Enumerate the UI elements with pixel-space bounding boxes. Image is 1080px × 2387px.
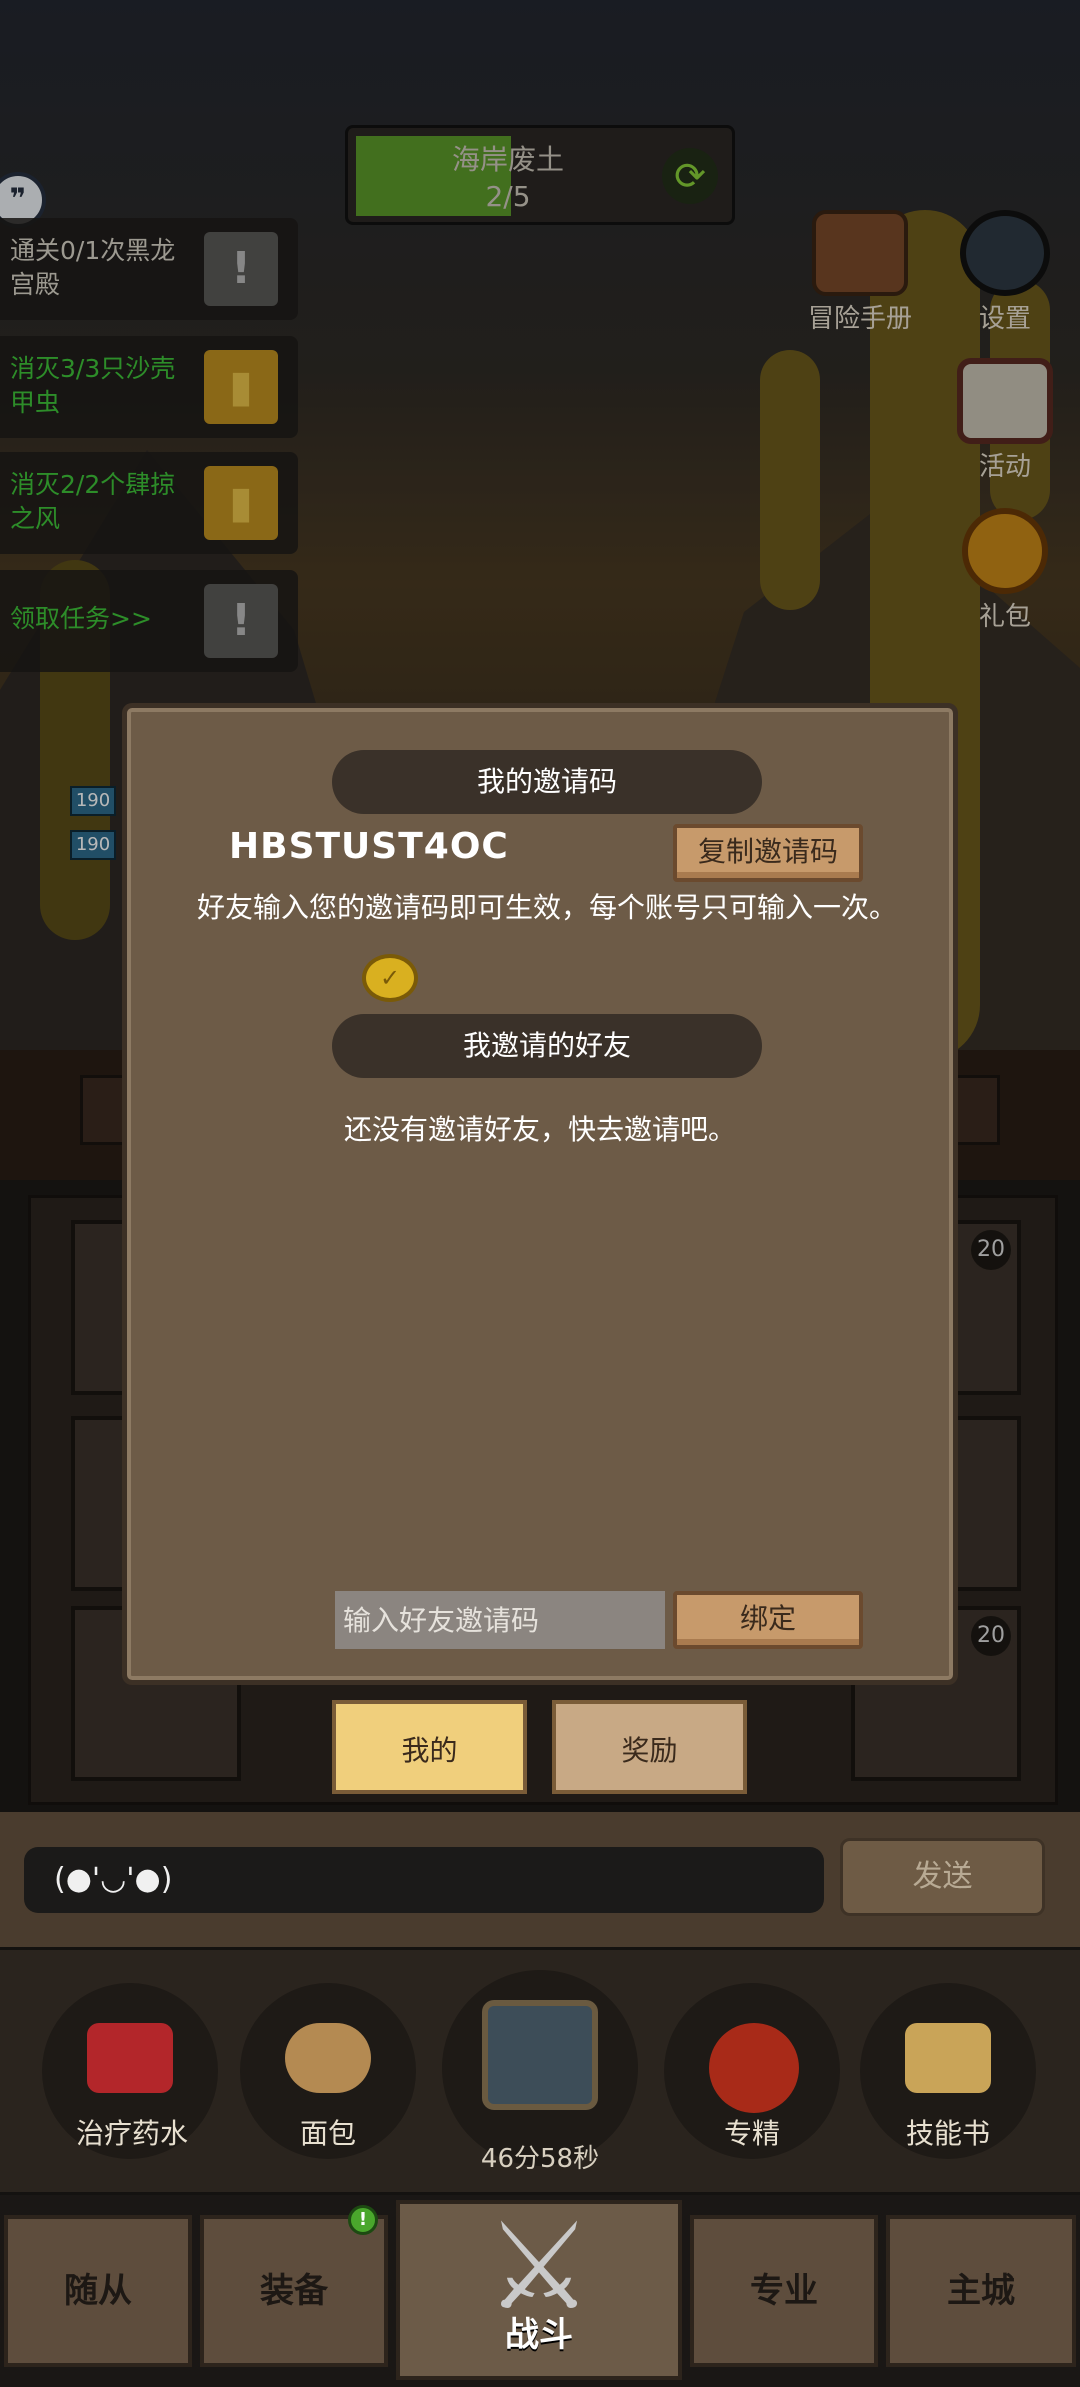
chest-icon [482, 2000, 598, 2110]
invite-description: 好友输入您的邀请码即可生效，每个账号只可输入一次。 [197, 891, 898, 924]
skillbook-icon [905, 2023, 991, 2093]
nav-main-city[interactable]: 主城 [886, 2215, 1076, 2367]
nav-followers[interactable]: 随从 [4, 2215, 192, 2367]
coin-icon: ✓ [362, 954, 418, 1002]
empty-friends-text: 还没有邀请好友，快去邀请吧。 [343, 1113, 736, 1146]
nav-equipment[interactable]: 装备 [200, 2215, 388, 2367]
mastery-icon [709, 2023, 799, 2113]
bread-icon [285, 2023, 371, 2093]
consumable-label: 治疗药水 [75, 2117, 188, 2150]
tab-rewards[interactable]: 奖励 [552, 1700, 747, 1794]
tab-mine[interactable]: 我的 [332, 1700, 527, 1794]
potion-icon [87, 2023, 173, 2093]
nav-battle[interactable]: ⚔ 战斗 [396, 2200, 682, 2380]
copy-code-button[interactable]: 复制邀请码 [673, 824, 863, 882]
chest-timer: 46分58秒 [480, 2144, 600, 2174]
consumable-label: 技能书 [905, 2117, 990, 2150]
nav-battle-label: 战斗 [505, 2315, 573, 2355]
nav-profession[interactable]: 专业 [690, 2215, 878, 2367]
bind-button[interactable]: 绑定 [673, 1591, 863, 1649]
chest-button[interactable] [442, 1970, 638, 2166]
chat-input[interactable]: (●'◡'●) [24, 1847, 824, 1913]
invite-code: HBSTUST4OC [229, 826, 509, 867]
friend-code-input[interactable] [335, 1591, 665, 1649]
my-invite-code-title: 我的邀请码 [332, 750, 762, 814]
send-button[interactable]: 发送 [840, 1838, 1045, 1916]
crossed-swords-icon: ⚔ [485, 2198, 593, 2337]
consumable-label: 专精 [723, 2117, 780, 2150]
notification-badge: ! [348, 2205, 378, 2235]
invite-dialog: 我的邀请码 HBSTUST4OC 复制邀请码 好友输入您的邀请码即可生效，每个账… [122, 703, 958, 1685]
invited-friends-title: 我邀请的好友 [332, 1014, 762, 1078]
consumable-label: 面包 [299, 2117, 356, 2150]
